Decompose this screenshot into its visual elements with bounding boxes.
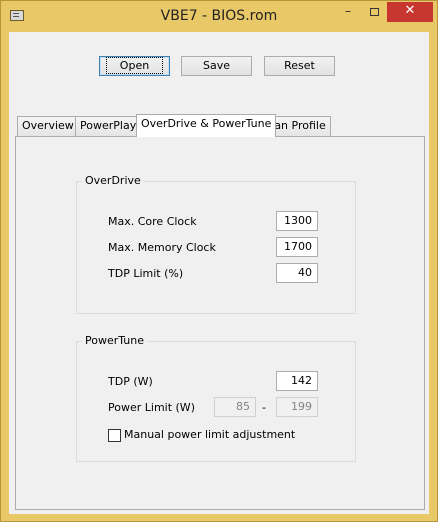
power-limit-max-input: 199 [276,397,318,417]
reset-button[interactable]: Reset [264,56,335,76]
overdrive-group-title: OverDrive [82,174,144,187]
power-limit-separator: - [262,401,266,414]
memory-clock-label: Max. Memory Clock [108,241,216,254]
overdrive-group: OverDrive Max. Core Clock 1300 Max. Memo… [76,174,356,314]
tab-powerplay[interactable]: PowerPlay [75,116,142,136]
core-clock-input[interactable]: 1300 [276,211,318,231]
memory-clock-input[interactable]: 1700 [276,237,318,257]
maximize-icon [369,7,379,16]
title-bar[interactable]: VBE7 - BIOS.rom – ✕ [1,1,437,31]
tdp-label: TDP (W) [108,375,153,388]
tab-overview[interactable]: Overview [17,116,79,136]
open-button-label: Open [105,57,164,74]
core-clock-label: Max. Core Clock [108,215,197,228]
minimize-button[interactable]: – [335,2,361,22]
close-button[interactable]: ✕ [387,2,433,22]
powertune-group: PowerTune TDP (W) 142 Power Limit (W) 85… [76,334,356,462]
save-button[interactable]: Save [181,56,252,76]
open-button[interactable]: Open [99,56,170,76]
tab-panel: OverDrive Max. Core Clock 1300 Max. Memo… [15,136,425,510]
powertune-group-title: PowerTune [82,334,148,347]
client-area: Open Save Reset Overview PowerPlay OverD… [9,32,429,514]
tab-overdrive-powertune[interactable]: OverDrive & PowerTune [136,114,277,137]
manual-power-limit-label[interactable]: Manual power limit adjustment [124,428,295,441]
manual-power-limit-checkbox[interactable] [108,429,121,442]
tdp-input[interactable]: 142 [276,371,318,391]
tdp-limit-label: TDP Limit (%) [108,267,184,280]
app-window: VBE7 - BIOS.rom – ✕ Open Save Reset Over… [0,0,438,522]
power-limit-label: Power Limit (W) [108,401,195,414]
maximize-button[interactable] [361,2,387,22]
tdp-limit-input[interactable]: 40 [276,263,318,283]
power-limit-min-input: 85 [214,397,256,417]
